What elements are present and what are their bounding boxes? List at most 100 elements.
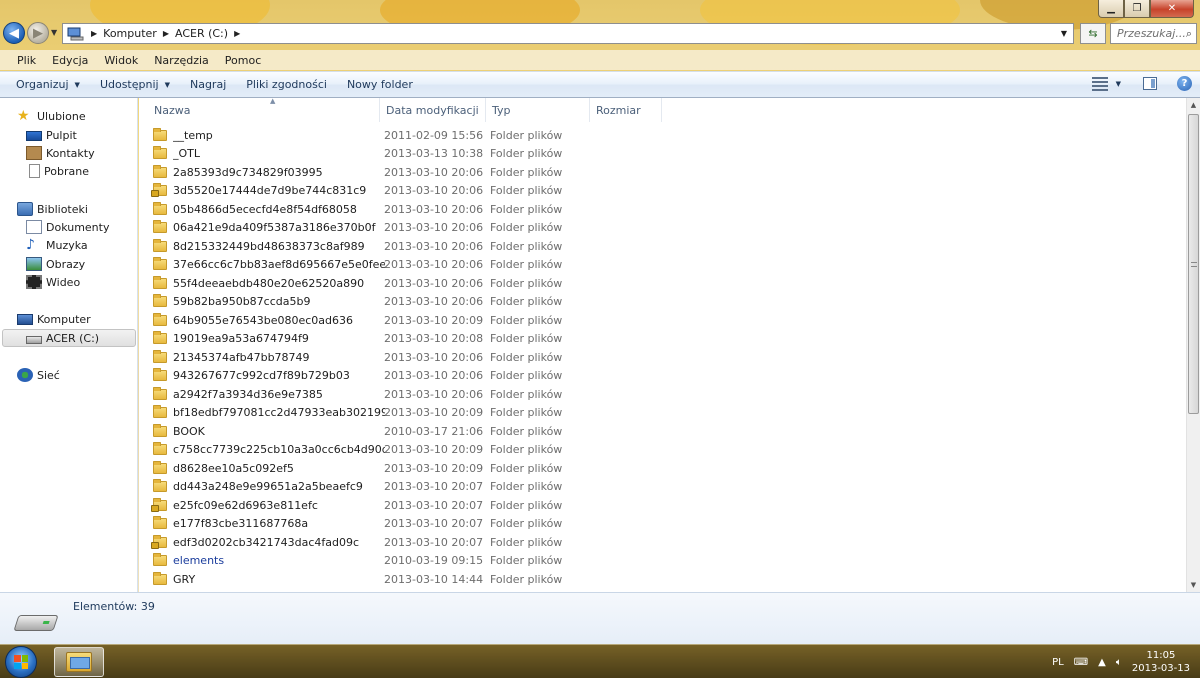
taskbar-explorer-button[interactable]	[54, 647, 104, 677]
column-name[interactable]: Nazwa ▲	[148, 98, 380, 122]
file-row[interactable]: 943267677c992cd7f89b729b03 2013-03-10 20:…	[153, 367, 683, 386]
folder-icon	[153, 553, 167, 567]
clock[interactable]: 11:05 2013-03-13	[1132, 649, 1190, 675]
file-name: d8628ee10a5c092ef5	[173, 461, 294, 475]
clock-date: 2013-03-13	[1131, 663, 1190, 674]
file-row[interactable]: e177f83cbe311687768a 2013-03-10 20:07 Fold…	[153, 515, 683, 534]
compat-files-button[interactable]: Pliki zgodności	[236, 78, 337, 91]
volume-icon[interactable]: 🔈︎	[1116, 657, 1122, 668]
file-row[interactable]: __temp 2011-02-09 15:56 Folder plików	[153, 126, 683, 145]
folder-icon	[153, 312, 167, 326]
menu-edit[interactable]: Edycja	[44, 54, 96, 67]
sidebar-item-music[interactable]: ♪ Muzyka	[26, 236, 88, 254]
sidebar-label: Wideo	[46, 275, 81, 289]
menu-help[interactable]: Pomoc	[217, 54, 269, 67]
file-row[interactable]: 06a421e9da409f5387a3186e370b0f 2013-03-10…	[153, 219, 683, 238]
file-row[interactable]: elements 2010-03-19 09:15 Folder plików	[153, 552, 683, 571]
breadcrumb-computer[interactable]: Komputer	[103, 27, 157, 40]
sidebar-item-pictures[interactable]: Obrazy	[26, 255, 85, 273]
breadcrumb-separator[interactable]: ▶	[163, 29, 169, 38]
scroll-up-icon[interactable]: ▲	[1187, 98, 1200, 112]
search-icon[interactable]: ⌕	[1186, 27, 1192, 41]
sidebar-item-acer-drive[interactable]: ACER (C:)	[2, 329, 136, 347]
view-options-icon[interactable]	[1091, 76, 1108, 91]
refresh-button[interactable]: ⇆	[1080, 23, 1106, 44]
file-date: 2013-03-10 20:06	[384, 165, 484, 179]
file-row[interactable]: 2a85393d9c734829f03995 2013-03-10 20:06 Fo…	[153, 163, 683, 182]
sidebar-label: ACER (C:)	[46, 331, 100, 345]
file-row[interactable]: dd443a248e9e99651a2a5beaefc9 2013-03-10 2…	[153, 478, 683, 497]
organize-button[interactable]: Organizuj ▼	[6, 78, 90, 91]
file-row[interactable]: 64b9055e76543be080ec0ad636 2013-03-10 20:…	[153, 311, 683, 330]
file-row[interactable]: 37e66cc6c7bb83aef8d695667e5e0fee 2013-03-…	[153, 256, 683, 275]
file-name: 19019ea9a53a674794f9	[173, 332, 309, 346]
share-button[interactable]: Udostępnij ▼	[90, 78, 180, 91]
file-row[interactable]: _OTL 2013-03-13 10:38 Folder plików	[153, 145, 683, 164]
minimize-button[interactable]: ▁	[1098, 0, 1124, 18]
vertical-scrollbar[interactable]: ▲ ▼	[1186, 98, 1200, 592]
sidebar-computer[interactable]: Komputer	[17, 310, 91, 328]
column-size[interactable]: Rozmiar	[590, 98, 662, 122]
back-button[interactable]: ◀	[3, 22, 25, 44]
menu-file[interactable]: Plik	[9, 54, 44, 67]
scroll-down-icon[interactable]: ▼	[1187, 578, 1200, 592]
show-hidden-icons-icon[interactable]: ▲	[1098, 657, 1106, 668]
help-icon[interactable]: ?	[1177, 76, 1192, 91]
file-type: Folder plików	[490, 535, 563, 549]
recent-pages-dropdown[interactable]: ▼	[51, 28, 57, 37]
file-row[interactable]: 3d5520e17444de7d9be744c831c9 2013-03-10 2…	[151, 182, 683, 201]
folder-icon	[153, 294, 167, 308]
start-button[interactable]	[5, 646, 37, 678]
sidebar-item-videos[interactable]: Wideo	[26, 273, 80, 291]
maximize-button[interactable]: ❐	[1124, 0, 1150, 18]
caption-buttons: ▁ ❐ ✕	[1098, 0, 1194, 18]
close-button[interactable]: ✕	[1150, 0, 1194, 18]
file-row[interactable]: a2942f7a3934d36e9e7385 2013-03-10 20:06 Fo…	[153, 385, 683, 404]
column-type[interactable]: Typ	[486, 98, 590, 122]
file-row[interactable]: 05b4866d5ececfd4e8f54df68058 2013-03-10 2…	[153, 200, 683, 219]
file-name: __temp	[173, 128, 213, 142]
file-row[interactable]: 21345374afb47bb78749 2013-03-10 20:06 Fold…	[153, 348, 683, 367]
folder-icon	[153, 368, 167, 382]
breadcrumb-separator[interactable]: ▶	[234, 29, 240, 38]
file-row[interactable]: 55f4deeaebdb480e20e62520a890 2013-03-10 2…	[153, 274, 683, 293]
forward-button[interactable]: ▶	[27, 22, 49, 44]
file-row[interactable]: 8d215332449bd48638373c8af989 2013-03-10 2…	[153, 237, 683, 256]
file-row[interactable]: edf3d0202cb3421743dac4fad09c 2013-03-10 2…	[151, 533, 683, 552]
file-row[interactable]: BOOK 2010-03-17 21:06 Folder plików	[153, 422, 683, 441]
chevron-down-icon[interactable]: ▼	[1116, 80, 1121, 88]
burn-button[interactable]: Nagraj	[180, 78, 236, 91]
language-indicator[interactable]: PL	[1052, 657, 1064, 668]
scroll-thumb[interactable]	[1188, 114, 1199, 414]
file-row[interactable]: e25fc09e62d6963e811efc 2013-03-10 20:07 Fo…	[151, 496, 683, 515]
address-dropdown-icon[interactable]: ▼	[1061, 29, 1067, 38]
preview-pane-icon[interactable]	[1143, 77, 1157, 90]
sidebar-network[interactable]: Sieć	[17, 366, 60, 384]
sidebar-favorites[interactable]: ★ Ulubione	[17, 107, 86, 125]
file-row[interactable]: bf18edbf797081cc2d47933eab302199 2013-03-…	[153, 404, 683, 423]
file-name: bf18edbf797081cc2d47933eab302199	[173, 406, 385, 420]
file-date: 2013-03-10 20:06	[384, 387, 484, 401]
breadcrumb-drive[interactable]: ACER (C:)	[175, 27, 228, 40]
sidebar-item-contacts[interactable]: Kontakty	[26, 144, 95, 162]
file-type: Folder plików	[490, 517, 563, 531]
file-row[interactable]: c758cc7739c225cb10a3a0cc6cb4d90d 2013-03-…	[153, 441, 683, 460]
address-bar[interactable]: ▶ Komputer ▶ ACER (C:) ▶ ▼	[62, 23, 1074, 44]
file-row[interactable]: d8628ee10a5c092ef5 2013-03-10 20:09 Folder…	[153, 459, 683, 478]
breadcrumb-separator[interactable]: ▶	[91, 29, 97, 38]
file-row[interactable]: 19019ea9a53a674794f9 2013-03-10 20:08 Fold…	[153, 330, 683, 349]
file-date: 2013-03-10 14:44	[384, 572, 484, 586]
menu-view[interactable]: Widok	[96, 54, 146, 67]
file-row[interactable]: 59b82ba950b87ccda5b9 2013-03-10 20:06 Fold…	[153, 293, 683, 312]
new-folder-button[interactable]: Nowy folder	[337, 78, 423, 91]
search-input[interactable]: Przeszukaj... ⌕	[1110, 23, 1197, 44]
file-type: Folder plików	[490, 128, 563, 142]
sidebar-item-downloads[interactable]: Pobrane	[26, 162, 89, 180]
column-date[interactable]: Data modyfikacji	[380, 98, 486, 122]
sidebar-libraries[interactable]: Biblioteki	[17, 200, 88, 218]
menu-tools[interactable]: Narzędzia	[146, 54, 217, 67]
sidebar-item-desktop[interactable]: Pulpit	[26, 126, 77, 144]
sidebar-item-documents[interactable]: Dokumenty	[26, 218, 109, 236]
file-row[interactable]: GRY 2013-03-10 14:44 Folder plików	[153, 570, 683, 589]
keyboard-icon[interactable]: ⌨	[1074, 657, 1088, 668]
